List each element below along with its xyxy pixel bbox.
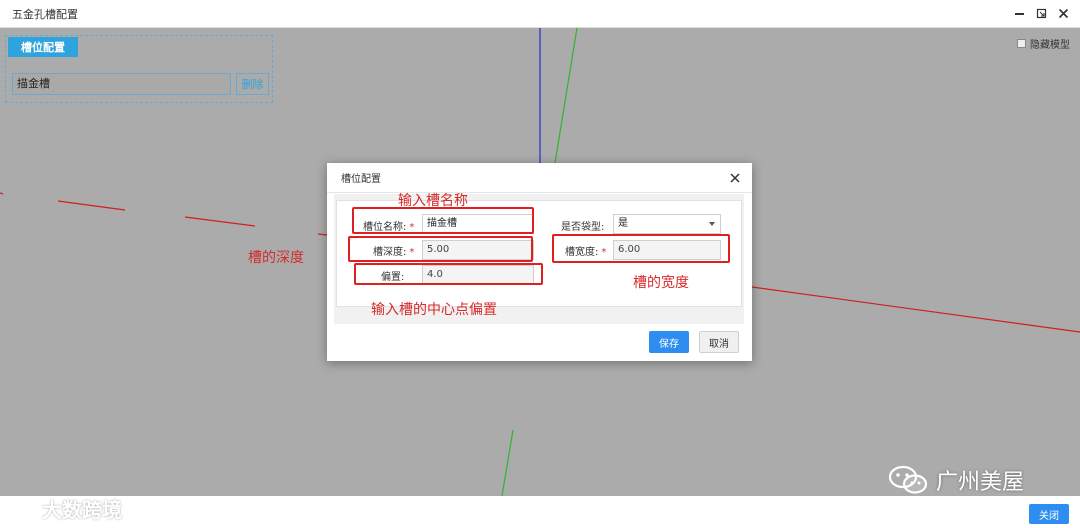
close-button[interactable]: 关闭 <box>1029 504 1069 524</box>
footer-bar: 关闭 <box>0 496 1080 528</box>
close-icon[interactable] <box>1056 6 1070 20</box>
highlight-depth <box>348 236 533 262</box>
highlight-name <box>352 207 534 234</box>
maximize-icon[interactable] <box>1034 6 1048 20</box>
slot-config-dialog: 槽位配置 槽位名称: * 描金槽 是否袋型: 是 槽深度: * 5.00 槽宽度: *… <box>327 163 752 361</box>
hide-model-toggle[interactable]: 隐藏模型 <box>1017 36 1070 51</box>
pocket-type-label: 是否袋型: <box>561 222 605 233</box>
slot-name-entry[interactable]: 描金槽 <box>12 73 231 95</box>
slot-config-tab[interactable]: 槽位配置 <box>8 37 78 57</box>
highlight-offset <box>354 263 543 285</box>
hide-model-checkbox[interactable] <box>1017 39 1026 48</box>
wechat-icon <box>888 465 928 494</box>
annotation-offset: 输入槽的中心点偏置 <box>371 302 497 318</box>
annotation-depth: 槽的深度 <box>248 250 304 266</box>
annotation-width: 槽的宽度 <box>633 275 689 291</box>
watermark-right: 广州美屋 <box>888 464 1024 496</box>
cancel-button[interactable]: 取消 <box>699 331 739 353</box>
hide-model-label: 隐藏模型 <box>1030 40 1070 51</box>
highlight-width <box>552 234 730 263</box>
delete-slot-button[interactable]: 删除 <box>236 73 269 95</box>
pocket-type-select[interactable]: 是 <box>613 214 721 234</box>
y-axis-line-top <box>554 28 578 164</box>
window-controls <box>1012 6 1070 20</box>
window-titlebar: 五金孔槽配置 <box>0 0 1080 28</box>
chevron-down-icon <box>709 222 715 226</box>
minimize-icon[interactable] <box>1012 6 1026 20</box>
window-title: 五金孔槽配置 <box>12 7 78 21</box>
save-button[interactable]: 保存 <box>649 331 689 353</box>
slot-config-panel: 槽位配置 描金槽 删除 <box>5 35 273 103</box>
dialog-header: 槽位配置 <box>327 163 752 193</box>
x-axis-line-segment <box>184 216 256 227</box>
dialog-close-icon[interactable] <box>728 171 742 185</box>
dialog-title: 槽位配置 <box>341 174 381 185</box>
x-axis-line-segment <box>0 192 4 195</box>
annotation-name: 输入槽名称 <box>398 193 468 209</box>
x-axis-line-segment <box>57 200 126 211</box>
x-axis-line-segment <box>317 233 328 236</box>
watermark-logo-icon <box>7 501 35 516</box>
y-axis-line-bottom <box>501 429 514 496</box>
watermark-left: 大数跨境 <box>6 494 122 523</box>
x-axis-line-segment <box>751 286 1080 333</box>
